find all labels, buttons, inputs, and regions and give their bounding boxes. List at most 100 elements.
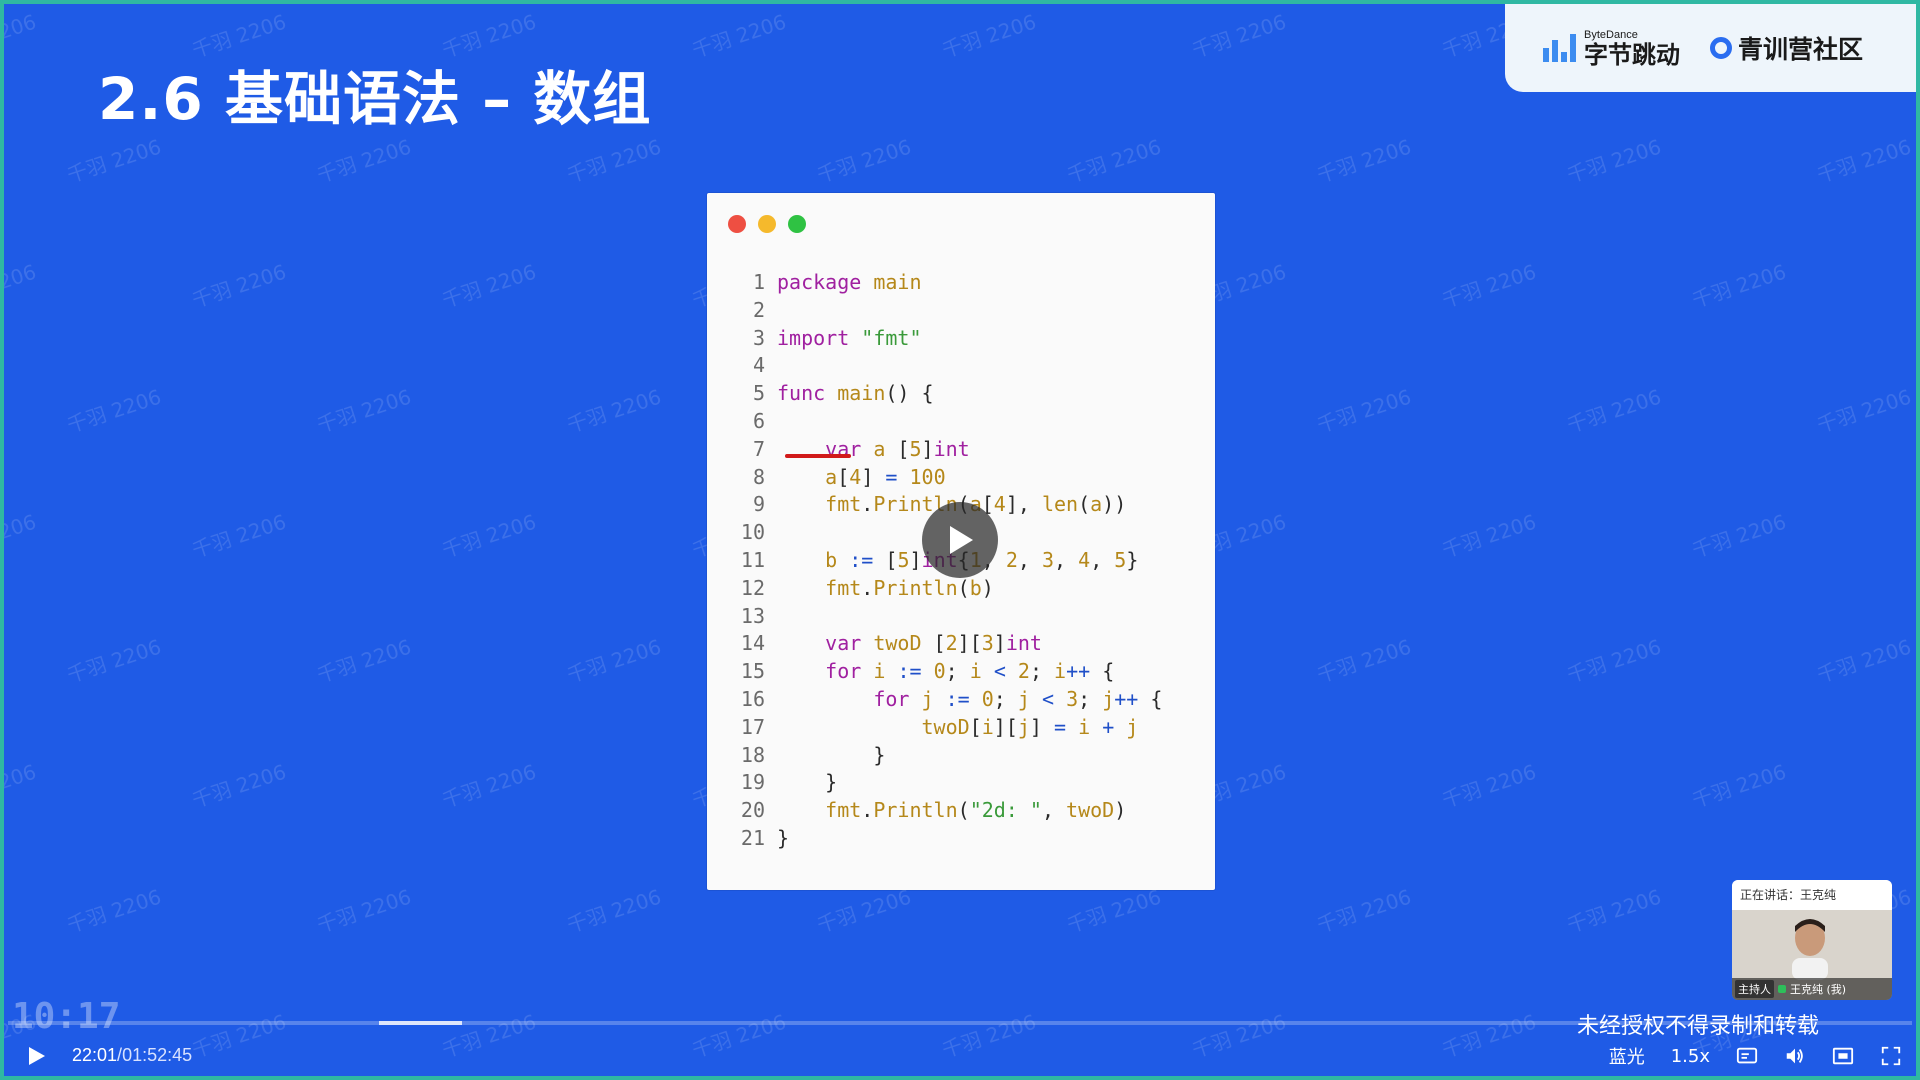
bytedance-logo: ByteDance 字节跳动 <box>1543 29 1680 67</box>
watermark-text: 千羽 2206 <box>564 634 665 688</box>
watermark-text: 千羽 2206 <box>1564 134 1665 188</box>
code-line: 16 for j := 0; j < 3; j++ { <box>707 686 1215 714</box>
code-line: 17 twoD[i][j] = i + j <box>707 714 1215 742</box>
code-line: 7 var a [5]int <box>707 436 1215 464</box>
line-number: 10 <box>740 520 765 545</box>
maximize-dot-icon <box>788 215 806 233</box>
line-number: 7 <box>752 436 765 461</box>
watermark-text: 千羽 2206 <box>0 509 40 562</box>
play-icon <box>950 526 973 554</box>
center-play-button[interactable] <box>922 502 998 578</box>
code-line: 8 a[4] = 100 <box>707 464 1215 492</box>
watermark-text: 千羽 2206 <box>64 384 165 438</box>
speaking-indicator: 正在讲话：王克纯 <box>1732 880 1892 910</box>
line-number: 17 <box>740 714 765 739</box>
progress-buffer <box>379 1021 463 1025</box>
brand-bar: ByteDance 字节跳动 青训营社区 <box>1505 4 1916 92</box>
code-text: var twoD [2][3]int <box>825 631 1042 656</box>
watermark-text: 千羽 2206 <box>439 259 540 313</box>
line-number: 13 <box>740 603 765 628</box>
watermark-text: 千羽 2206 <box>64 884 165 938</box>
watermark-text: 千羽 2206 <box>564 384 665 438</box>
watermark-text: 千羽 2206 <box>314 634 415 688</box>
quality-button[interactable]: 蓝光 <box>1609 1043 1645 1069</box>
webcam-footer: 主持人 王克纯 (我) <box>1732 978 1892 1000</box>
line-number: 20 <box>740 798 765 823</box>
watermark-text: 千羽 2206 <box>64 634 165 688</box>
play-pause-icon[interactable] <box>24 1044 48 1068</box>
fullscreen-icon[interactable] <box>1880 1045 1902 1067</box>
watermark-text: 千羽 2206 <box>0 259 40 312</box>
watermark-text: 千羽 2206 <box>1439 509 1540 563</box>
red-annotation-stroke <box>785 454 851 458</box>
line-number: 2 <box>752 297 765 322</box>
code-text: a[4] = 100 <box>825 464 946 489</box>
watermark-text: 千羽 2206 <box>814 134 915 188</box>
code-line: 1 package main <box>707 269 1215 297</box>
code-text: } <box>777 825 790 850</box>
watermark-text: 千羽 2206 <box>314 384 415 438</box>
code-text: package main <box>777 270 922 294</box>
watermark-text: 千羽 2206 <box>1689 759 1790 813</box>
code-line: 13 <box>707 603 1215 631</box>
code-text: twoD[i][j] = i + j <box>921 714 1139 739</box>
watermark-text: 千羽 2206 <box>564 134 665 188</box>
code-line: 20 fmt.Println("2d: ", twoD) <box>707 797 1215 825</box>
watermark-text: 千羽 2206 <box>189 259 290 313</box>
line-number: 14 <box>740 631 765 656</box>
watermark-text: 千羽 2206 <box>1689 509 1790 563</box>
code-line: 12 fmt.Println(b) <box>707 575 1215 603</box>
watermark-text: 千羽 2206 <box>689 9 790 63</box>
bytedance-bars-icon <box>1543 34 1576 62</box>
line-number: 6 <box>752 408 765 433</box>
community-ring-icon <box>1710 37 1732 59</box>
code-line: 6 <box>707 408 1215 436</box>
watermark-text: 千羽 2206 <box>1314 634 1415 688</box>
line-number: 4 <box>752 353 765 378</box>
code-line: 14 var twoD [2][3]int <box>707 630 1215 658</box>
watermark-text: 千羽 2206 <box>1189 9 1290 63</box>
close-dot-icon <box>728 215 746 233</box>
watermark-text: 千羽 2206 <box>64 134 165 188</box>
watermark-text: 千羽 2206 <box>314 884 415 938</box>
code-text: fmt.Println("2d: ", twoD) <box>825 798 1127 823</box>
line-number: 9 <box>752 492 765 517</box>
watermark-text: 千羽 2206 <box>1564 384 1665 438</box>
watermark-text: 千羽 2206 <box>1689 259 1790 313</box>
line-number: 19 <box>740 770 765 795</box>
watermark-text: 千羽 2206 <box>1439 259 1540 313</box>
watermark-text: 千羽 2206 <box>1814 134 1915 188</box>
minimize-dot-icon <box>758 215 776 233</box>
code-line: 3 import "fmt" <box>707 325 1215 353</box>
code-text: func main() { <box>777 381 934 406</box>
host-badge: 主持人 <box>1735 980 1774 998</box>
presenter-webcam[interactable]: 正在讲话：王克纯 主持人 王克纯 (我) <box>1732 880 1892 1000</box>
code-text: } <box>777 742 886 767</box>
watermark-text: 千羽 2206 <box>314 134 415 188</box>
watermark-text: 千羽 2206 <box>1064 134 1165 188</box>
code-text: for i := 0; i < 2; i++ { <box>825 659 1115 684</box>
watermark-text: 千羽 2206 <box>1814 384 1915 438</box>
overlay-clock: 10:17 <box>12 996 121 1037</box>
line-number: 15 <box>740 659 765 684</box>
watermark-text: 千羽 2206 <box>939 9 1040 63</box>
time-display: 22:01/01:52:45 <box>72 1045 192 1066</box>
code-text: } <box>777 770 838 795</box>
code-line: 19 } <box>707 769 1215 797</box>
code-line: 15 for i := 0; i < 2; i++ { <box>707 658 1215 686</box>
watermark-text: 千羽 2206 <box>0 759 40 812</box>
watermark-text: 千羽 2206 <box>564 884 665 938</box>
volume-icon[interactable] <box>1784 1045 1806 1067</box>
speed-button[interactable]: 1.5x <box>1671 1046 1710 1067</box>
code-line: 21} <box>707 825 1215 853</box>
code-line: 18 } <box>707 742 1215 770</box>
presenter-avatar <box>1792 919 1828 980</box>
code-text: for j := 0; j < 3; j++ { <box>873 686 1163 711</box>
presenter-name: 王克纯 (我) <box>1790 983 1847 996</box>
picture-in-picture-icon[interactable] <box>1832 1045 1854 1067</box>
player-right-controls: 蓝光 1.5x <box>1609 1040 1902 1072</box>
window-controls <box>728 215 806 233</box>
code-text: import "fmt" <box>777 325 922 350</box>
watermark-text: 千羽 2206 <box>1814 634 1915 688</box>
subtitle-icon[interactable] <box>1736 1045 1758 1067</box>
